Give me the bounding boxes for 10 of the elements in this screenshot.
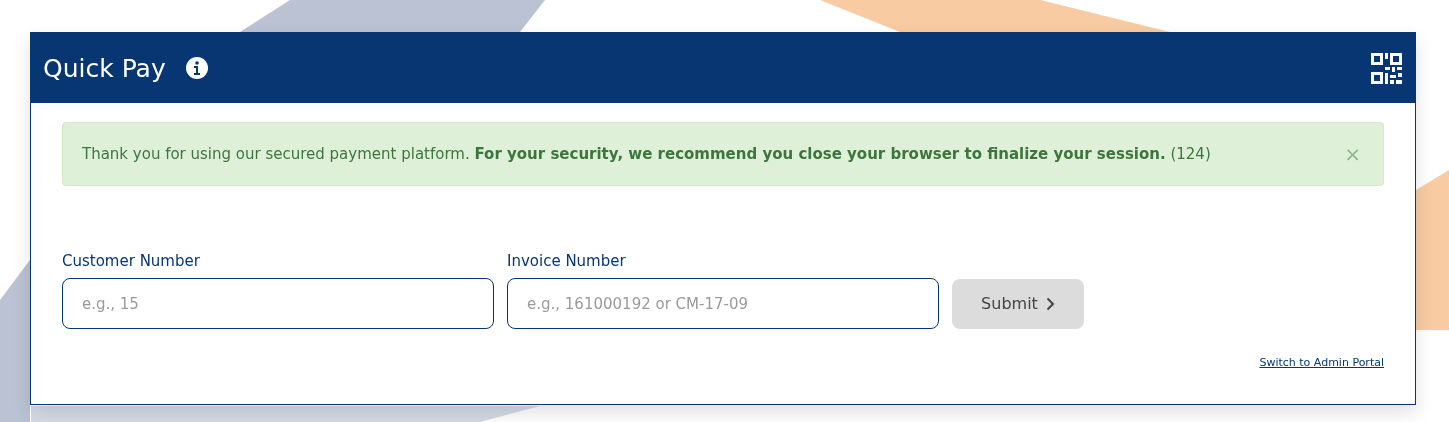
page-title: Quick Pay [43,55,166,81]
info-icon[interactable] [185,57,208,79]
field-label: Customer Number [62,250,201,272]
field-label: Invoice Number [507,250,627,272]
chevron-right-icon [1045,297,1055,311]
input-field[interactable]: e.g., 161000192 or CM-17-09 [507,278,939,329]
input-field[interactable]: e.g., 15 [62,278,494,329]
qr-code-icon[interactable] [1371,52,1402,84]
alert-message: Thank you for using our secured payment platform. For your security, we recommend you close your browser to finalize your session. (124) [82,143,1211,165]
admin-portal-link[interactable]: Switch to Admin Portal [1259,355,1384,372]
